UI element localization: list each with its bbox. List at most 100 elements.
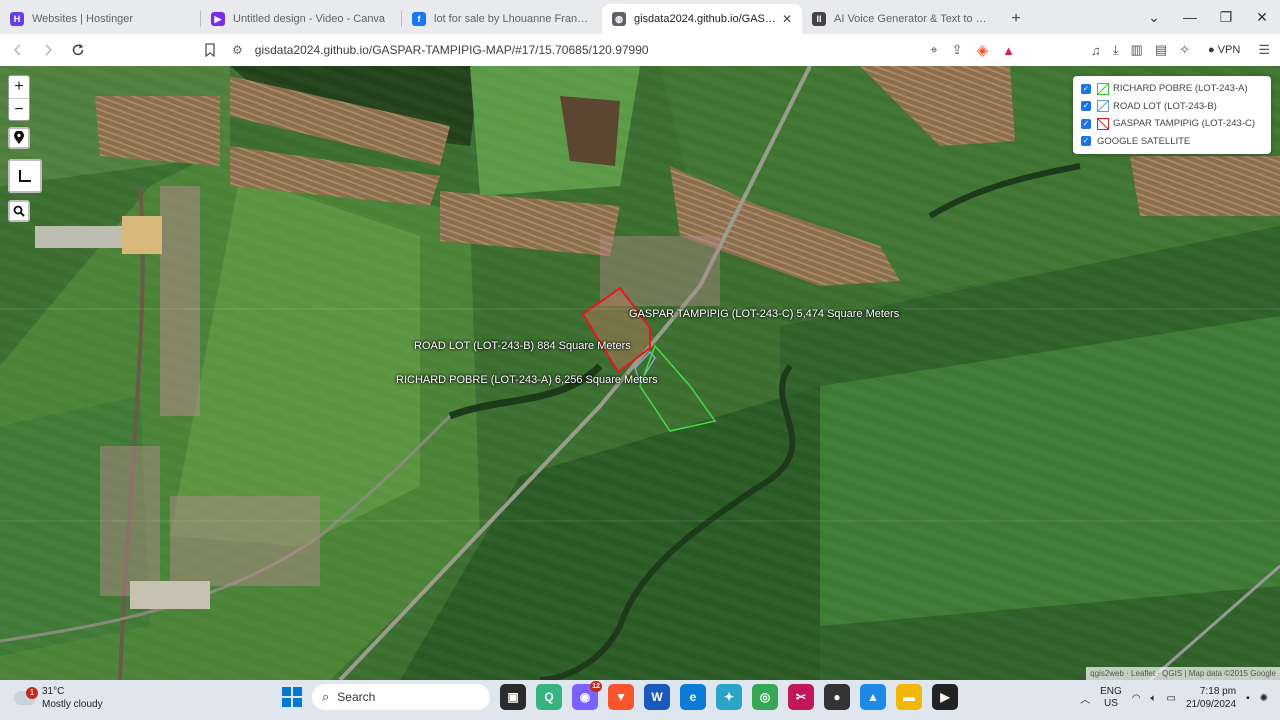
- battery-icon[interactable]: ▭: [1167, 693, 1176, 704]
- file-explorer-icon[interactable]: ▬: [896, 684, 922, 710]
- locate-button[interactable]: [8, 127, 30, 149]
- search-icon: [13, 205, 25, 217]
- brave-icon[interactable]: ▼: [608, 684, 634, 710]
- tab-title: gisdata2024.github.io/GASPAR: [634, 13, 776, 25]
- copilot-tray-icon[interactable]: ✺: [1260, 693, 1268, 704]
- satellite-map[interactable]: + − GASPAR TAMPIPIG (LOT-243-C) 5,474 Sq…: [0, 66, 1280, 680]
- layer-legend: ✓ RICHARD POBRE (LOT-243-A) ✓ ROAD LOT (…: [1073, 76, 1271, 154]
- tab-elevenlabs[interactable]: II AI Voice Generator & Text to Speech: [802, 4, 1002, 34]
- edge-icon[interactable]: e: [680, 684, 706, 710]
- tab-hostinger[interactable]: H Websites | Hostinger: [0, 4, 200, 34]
- sidebar-icon[interactable]: ▥: [1131, 42, 1143, 58]
- app-glyph: ◎: [759, 690, 771, 704]
- layer-checkbox[interactable]: ✓: [1081, 118, 1091, 129]
- site-info-icon[interactable]: ⚙: [232, 43, 243, 57]
- legend-gaspar-row[interactable]: ✓ GASPAR TAMPIPIG (LOT-243-C): [1081, 115, 1265, 133]
- address-bar-actions: ⌖ ⇪ ◈ ▲: [930, 41, 1015, 59]
- globe-icon: ◍: [612, 12, 626, 26]
- weather-temp: 31°C: [42, 686, 65, 697]
- app-glyph: ▣: [507, 690, 519, 704]
- start-button[interactable]: [282, 687, 302, 707]
- vpn-button[interactable]: ● VPN: [1202, 42, 1246, 58]
- clock-date: 21/09/2024: [1186, 699, 1237, 710]
- legend-richard-row[interactable]: ✓ RICHARD POBRE (LOT-243-A): [1081, 80, 1265, 98]
- share-icon[interactable]: ⇪: [952, 42, 963, 58]
- snip-icon[interactable]: ✂: [788, 684, 814, 710]
- language-indicator[interactable]: ENG US: [1100, 686, 1122, 710]
- minimize-button[interactable]: —: [1172, 9, 1208, 25]
- app-glyph: Q: [544, 690, 554, 704]
- tab-strip: H Websites | Hostinger ▶ Untitled design - …: [0, 0, 1280, 34]
- restore-button[interactable]: ❐: [1208, 9, 1244, 26]
- photos-icon[interactable]: ▲: [860, 684, 886, 710]
- forward-button[interactable]: [36, 38, 60, 62]
- menu-icon[interactable]: ☰: [1258, 42, 1270, 58]
- tab-title: lot for sale by Lhouanne Francisco: [434, 13, 592, 25]
- copilot-icon[interactable]: ✦: [716, 684, 742, 710]
- layer-checkbox[interactable]: ✓: [1081, 136, 1091, 147]
- legend-satellite-row[interactable]: ✓ GOOGLE SATELLITE: [1081, 133, 1265, 151]
- app-glyph: ✂: [795, 690, 807, 704]
- zoom-in-button[interactable]: +: [9, 76, 29, 98]
- blue-swatch-icon: [1097, 100, 1109, 113]
- app-glyph: e: [689, 690, 697, 704]
- notifications-icon[interactable]: ▪: [1246, 693, 1250, 704]
- back-button[interactable]: [6, 38, 30, 62]
- richard-lot-label: RICHARD POBRE (LOT-243-A) 6,256 Square M…: [396, 374, 658, 386]
- app-glyph: ◉: [579, 690, 591, 704]
- legend-road-row[interactable]: ✓ ROAD LOT (LOT-243-B): [1081, 98, 1265, 116]
- volume-icon[interactable]: 🔈︎: [1151, 693, 1157, 704]
- media-player-icon[interactable]: ▶: [932, 684, 958, 710]
- address-bar[interactable]: ⚙ gisdata2024.github.io/GASPAR-TAMPIPIG-…: [222, 37, 1037, 63]
- music-icon[interactable]: ♫: [1091, 43, 1101, 58]
- chrome-icon[interactable]: ◎: [752, 684, 778, 710]
- legend-label: RICHARD POBRE (LOT-243-A): [1113, 83, 1248, 95]
- wifi-icon[interactable]: ◠: [1132, 693, 1141, 704]
- chat-app-icon[interactable]: ◉ 12: [572, 681, 602, 710]
- tab-facebook[interactable]: f lot for sale by Lhouanne Francisco: [402, 4, 602, 34]
- task-view-icon[interactable]: ▣: [500, 684, 526, 710]
- language-code: ENG: [1100, 686, 1122, 697]
- tab-title: AI Voice Generator & Text to Speech: [834, 13, 992, 25]
- app-glyph: ●: [833, 690, 841, 704]
- brave-shields-icon[interactable]: ◈: [977, 41, 989, 59]
- layer-checkbox[interactable]: ✓: [1081, 101, 1091, 112]
- close-tab-icon[interactable]: ✕: [782, 12, 792, 26]
- legend-label: GOOGLE SATELLITE: [1097, 135, 1191, 147]
- tray-overflow-icon[interactable]: ︿: [1080, 691, 1090, 706]
- measure-button[interactable]: [8, 159, 42, 193]
- leo-ai-icon[interactable]: ✧: [1179, 42, 1190, 58]
- close-window-button[interactable]: ✕: [1244, 9, 1280, 26]
- clock[interactable]: 7:18 pm 21/09/2024: [1186, 685, 1236, 711]
- app-glyph: ▬: [903, 690, 915, 704]
- bookmark-button[interactable]: [198, 38, 222, 62]
- map-attribution: qgis2web · Leaflet · QGIS | Map data ©20…: [1086, 667, 1280, 680]
- weather-widget[interactable]: 1 31°C Mostly cloudy: [14, 685, 103, 711]
- forward-arrow-icon: [45, 44, 53, 56]
- new-tab-button[interactable]: +: [1002, 4, 1030, 34]
- tab-search-button[interactable]: ⌄: [1136, 9, 1172, 26]
- brave-rewards-icon[interactable]: ▲: [1002, 43, 1015, 58]
- app-glyph: ▼: [615, 690, 627, 704]
- tab-canva-video[interactable]: ▶ Untitled design - Video - Canva: [201, 4, 401, 34]
- davinci-icon[interactable]: ●: [824, 684, 850, 710]
- gaspar-lot-label: GASPAR TAMPIPIG (LOT-243-C) 5,474 Square…: [629, 308, 900, 320]
- layer-checkbox[interactable]: ✓: [1081, 83, 1091, 94]
- search-map-button[interactable]: [8, 200, 30, 222]
- zoom-out-button[interactable]: −: [9, 98, 29, 120]
- tab-title: Untitled design - Video - Canva: [233, 13, 386, 25]
- app-glyph: W: [651, 690, 663, 704]
- downloads-icon[interactable]: ⤓: [1113, 42, 1119, 58]
- tab-globe[interactable]: ◍ gisdata2024.github.io/GASPAR ✕: [602, 4, 802, 34]
- word-icon[interactable]: W: [644, 684, 670, 710]
- map-pin-icon: [14, 131, 24, 144]
- legend-label: GASPAR TAMPIPIG (LOT-243-C): [1113, 118, 1256, 130]
- windows-taskbar: 1 31°C Mostly cloudy ⌕ Search ▣ Q ◉ 12 ▼ We ✦ ◎…: [0, 680, 1280, 720]
- wallet-icon[interactable]: ▤: [1155, 42, 1167, 58]
- q-app-icon[interactable]: Q: [536, 684, 562, 710]
- taskbar-search[interactable]: ⌕ Search: [312, 684, 490, 710]
- location-pin-icon[interactable]: ⌖: [930, 42, 937, 58]
- bookmark-icon: [205, 43, 215, 57]
- tab-title: Websites | Hostinger: [32, 13, 134, 25]
- reload-button[interactable]: [66, 38, 90, 62]
